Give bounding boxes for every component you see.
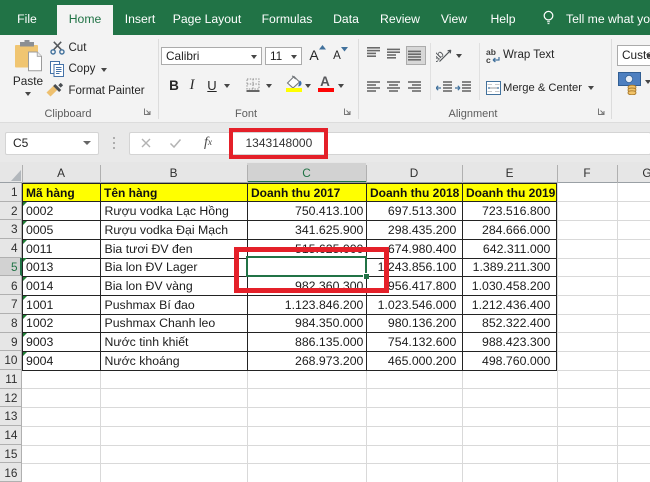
svg-text:c: c bbox=[486, 55, 491, 64]
